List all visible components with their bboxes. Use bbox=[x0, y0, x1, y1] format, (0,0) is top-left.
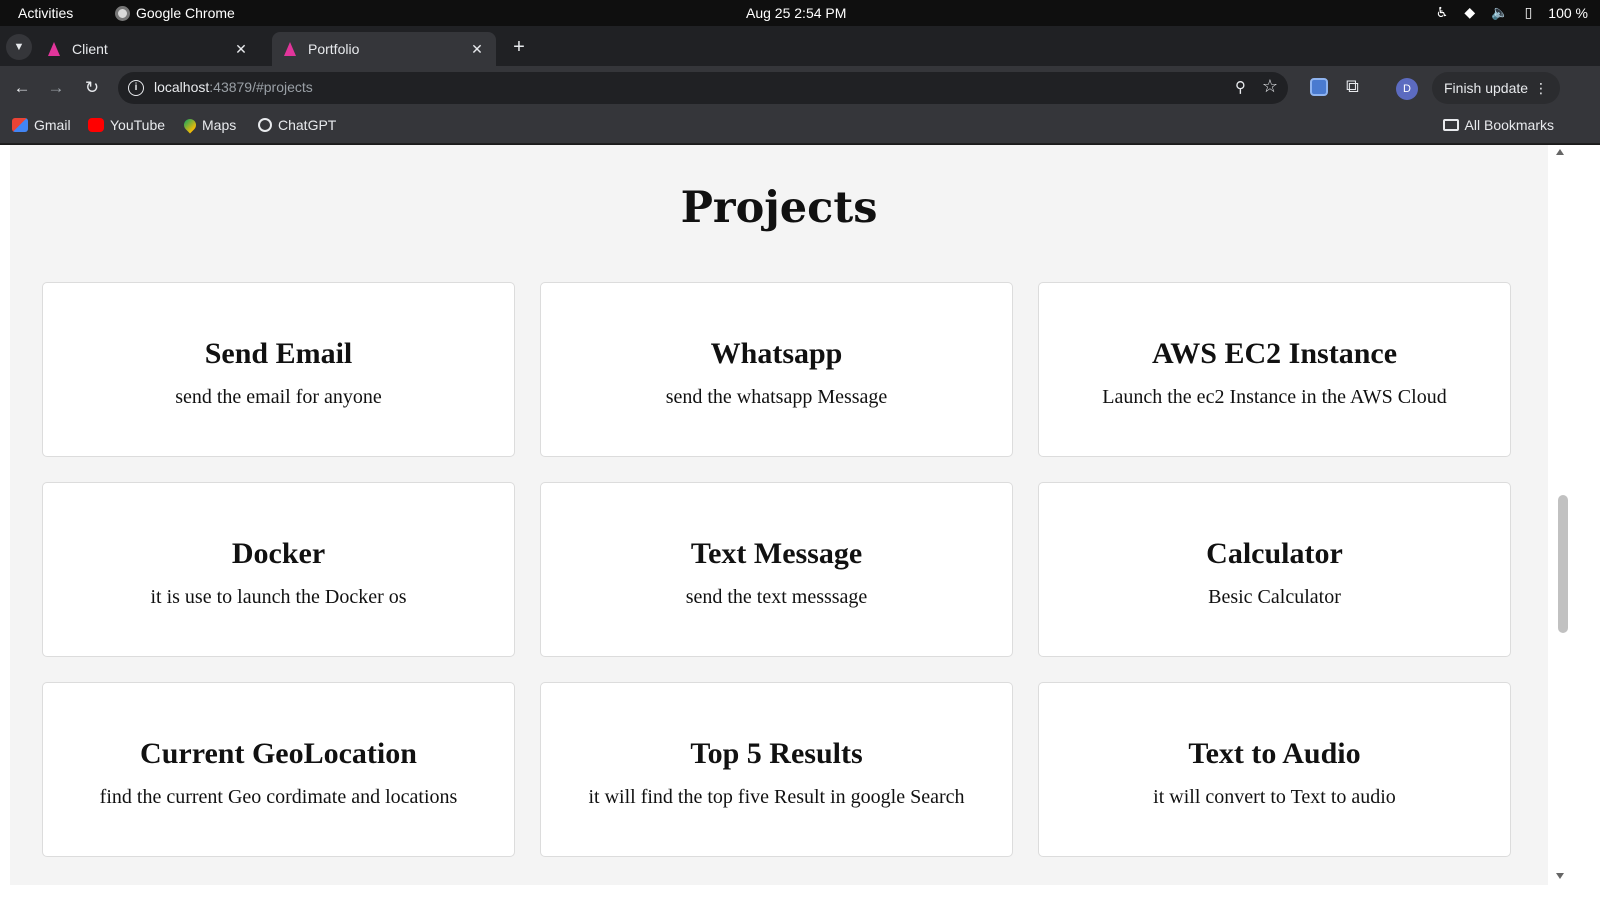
angular-favicon-icon bbox=[46, 41, 62, 57]
project-description: send the text messsage bbox=[685, 586, 868, 608]
project-title: Top 5 Results bbox=[690, 737, 863, 770]
finish-update-button[interactable]: Finish update ⋮ bbox=[1432, 72, 1560, 104]
project-card[interactable]: Text to Audio it will convert to Text to… bbox=[1038, 682, 1511, 857]
project-card[interactable]: Docker it is use to launch the Docker os bbox=[42, 482, 515, 657]
project-card[interactable]: Send Email send the email for anyone bbox=[42, 282, 515, 457]
project-title: AWS EC2 Instance bbox=[1151, 337, 1398, 370]
scroll-up-arrow-icon[interactable] bbox=[1556, 149, 1564, 155]
project-description: it is use to launch the Docker os bbox=[150, 586, 407, 608]
project-card[interactable]: AWS EC2 Instance Launch the ec2 Instance… bbox=[1038, 282, 1511, 457]
bookmark-chatgpt[interactable]: ChatGPT bbox=[258, 117, 336, 133]
os-top-bar: Activities Google Chrome Aug 25 2:54 PM … bbox=[0, 0, 1600, 26]
scroll-down-arrow-icon[interactable] bbox=[1556, 873, 1564, 879]
bookmark-star-icon[interactable]: ☆ bbox=[1262, 76, 1278, 97]
accessibility-icon[interactable]: ♿ bbox=[1436, 4, 1449, 21]
project-description: send the email for anyone bbox=[175, 386, 382, 408]
bookmark-gmail[interactable]: Gmail bbox=[12, 117, 71, 133]
tab-label: Portfolio bbox=[308, 41, 360, 57]
zoom-icon[interactable]: ⚲ bbox=[1235, 78, 1246, 96]
url-text[interactable]: localhost:43879/#projects bbox=[154, 79, 313, 95]
project-description: Besic Calculator bbox=[1208, 586, 1341, 608]
project-card[interactable]: Top 5 Results it will find the top five … bbox=[540, 682, 1013, 857]
project-title: Text Message bbox=[690, 537, 863, 570]
volume-icon: 🔈 bbox=[1491, 4, 1509, 20]
app-name: Google Chrome bbox=[136, 5, 235, 21]
bookmark-maps[interactable]: Maps bbox=[181, 116, 236, 134]
new-tab-button[interactable]: + bbox=[508, 37, 530, 57]
project-title: Calculator bbox=[1206, 537, 1343, 570]
browser-toolbar: ← → ↻ i localhost:43879/#projects ⚲ ☆ ⧉ … bbox=[0, 66, 1600, 110]
wifi-icon: ◆ bbox=[1464, 4, 1476, 20]
tab-label: Client bbox=[72, 41, 108, 57]
projects-section: Projects Send Email send the email for a… bbox=[10, 145, 1548, 885]
back-button[interactable]: ← bbox=[10, 76, 34, 100]
clock[interactable]: Aug 25 2:54 PM bbox=[746, 5, 846, 21]
bookmarks-bar: Gmail YouTube Maps ChatGPT All Bookmarks bbox=[0, 110, 1600, 144]
tab-strip: ▼ Client ✕ Portfolio ✕ + bbox=[0, 26, 1600, 66]
battery-icon: ▯ bbox=[1524, 4, 1533, 20]
project-description: send the whatsapp Message bbox=[665, 386, 888, 408]
tab-client[interactable]: Client ✕ bbox=[36, 32, 260, 66]
tab-portfolio[interactable]: Portfolio ✕ bbox=[272, 32, 496, 66]
project-card[interactable]: Text Message send the text messsage bbox=[540, 482, 1013, 657]
angular-favicon-icon bbox=[282, 41, 298, 57]
all-bookmarks[interactable]: All Bookmarks bbox=[1442, 117, 1554, 133]
tab-close-icon[interactable]: ✕ bbox=[232, 41, 250, 58]
project-card[interactable]: Calculator Besic Calculator bbox=[1038, 482, 1511, 657]
project-title: Docker bbox=[231, 537, 326, 570]
bookmark-youtube[interactable]: YouTube bbox=[88, 117, 165, 133]
gmail-icon bbox=[12, 118, 28, 132]
system-tray[interactable]: ♿ ◆ 🔈 ▯ 100 % bbox=[1436, 4, 1588, 21]
page-title: Projects bbox=[680, 183, 878, 233]
profile-avatar[interactable]: D bbox=[1396, 78, 1418, 100]
scrollbar-thumb[interactable] bbox=[1558, 495, 1568, 633]
project-title: Whatsapp bbox=[710, 337, 843, 370]
site-info-icon[interactable]: i bbox=[128, 80, 144, 96]
project-title: Current GeoLocation bbox=[140, 737, 417, 770]
reload-button[interactable]: ↻ bbox=[80, 76, 104, 100]
projects-grid: Send Email send the email for anyone Wha… bbox=[42, 282, 1512, 857]
tab-search-button[interactable]: ▼ bbox=[6, 34, 32, 60]
project-description: it will find the top five Result in goog… bbox=[588, 786, 965, 808]
project-card[interactable]: Whatsapp send the whatsapp Message bbox=[540, 282, 1013, 457]
project-description: Launch the ec2 Instance in the AWS Cloud bbox=[1102, 386, 1447, 408]
project-description: it will convert to Text to audio bbox=[1153, 786, 1396, 808]
extensions-puzzle-icon[interactable]: ⧉ bbox=[1346, 76, 1359, 97]
project-title: Send Email bbox=[204, 337, 353, 370]
chatgpt-icon bbox=[258, 118, 272, 132]
forward-button[interactable]: → bbox=[44, 76, 68, 100]
project-title: Text to Audio bbox=[1188, 737, 1361, 770]
page-viewport: Projects Send Email send the email for a… bbox=[0, 145, 1600, 900]
youtube-icon bbox=[88, 118, 104, 132]
folder-icon bbox=[1442, 119, 1459, 131]
app-menu[interactable]: Google Chrome bbox=[115, 5, 235, 21]
address-bar[interactable]: i localhost:43879/#projects ⚲ ☆ bbox=[118, 72, 1288, 104]
tab-close-icon[interactable]: ✕ bbox=[468, 41, 486, 58]
project-card[interactable]: Current GeoLocation find the current Geo… bbox=[42, 682, 515, 857]
maps-icon bbox=[181, 116, 199, 134]
kebab-menu-icon[interactable]: ⋮ bbox=[1534, 72, 1548, 104]
extension-icon[interactable] bbox=[1310, 78, 1328, 96]
activities-button[interactable]: Activities bbox=[18, 5, 73, 21]
finish-update-label: Finish update bbox=[1444, 80, 1529, 96]
project-description: find the current Geo cordimate and locat… bbox=[99, 786, 458, 808]
battery-level: 100 % bbox=[1548, 4, 1588, 21]
chrome-icon bbox=[115, 5, 130, 21]
